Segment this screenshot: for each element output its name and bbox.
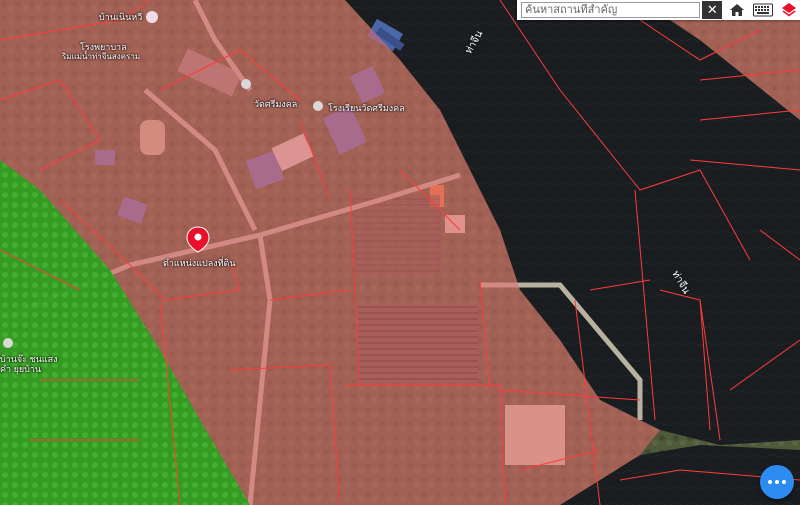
place-label-village: บ้านเนินหวี: [99, 12, 143, 22]
place-label-office-sub: ริมแม่น้ำท่าจีนสงคราม: [62, 52, 141, 61]
keyboard-icon: [753, 3, 774, 17]
pin-label: ตำแหน่งแปลงที่ดิน: [163, 258, 236, 268]
place-label-left-2: คำ ยุยบ้าน: [0, 364, 42, 374]
place-icon[interactable]: [3, 338, 13, 348]
more-dots-icon: [767, 480, 788, 484]
school-icon[interactable]: [313, 101, 323, 111]
home-icon: [730, 4, 745, 16]
top-toolbar: ✕: [517, 0, 800, 20]
keyboard-button[interactable]: [752, 1, 774, 19]
place-label-school: โรงเรียนวัดศรีมงคล: [328, 103, 405, 113]
layers-button[interactable]: [778, 1, 800, 19]
home-button[interactable]: [726, 1, 748, 19]
close-icon: ✕: [706, 2, 718, 17]
place-icon[interactable]: [146, 11, 158, 23]
temple-icon[interactable]: [241, 79, 251, 89]
search-input[interactable]: [521, 2, 701, 18]
place-label-temple: วัดศรีมงคล: [254, 99, 298, 109]
map-canvas[interactable]: [0, 0, 800, 505]
more-options-button[interactable]: [760, 465, 794, 499]
clear-search-button[interactable]: ✕: [702, 1, 723, 19]
layers-icon: [782, 3, 797, 17]
